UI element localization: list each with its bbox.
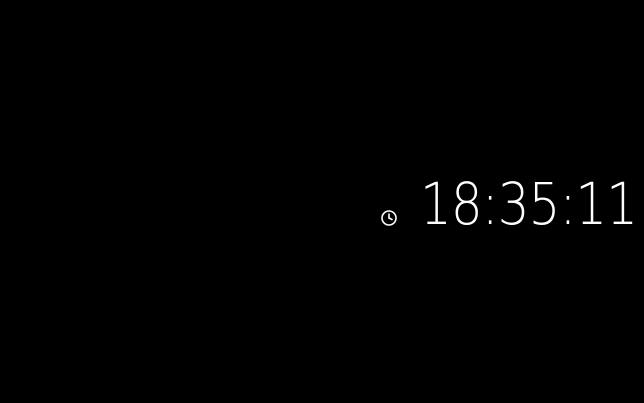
alarm-clock-icon: [381, 210, 397, 226]
clock-screen: 18:35:11: [0, 0, 644, 403]
clock-display: 18:35:11: [380, 166, 644, 242]
current-time: 18:35:11: [420, 170, 638, 238]
